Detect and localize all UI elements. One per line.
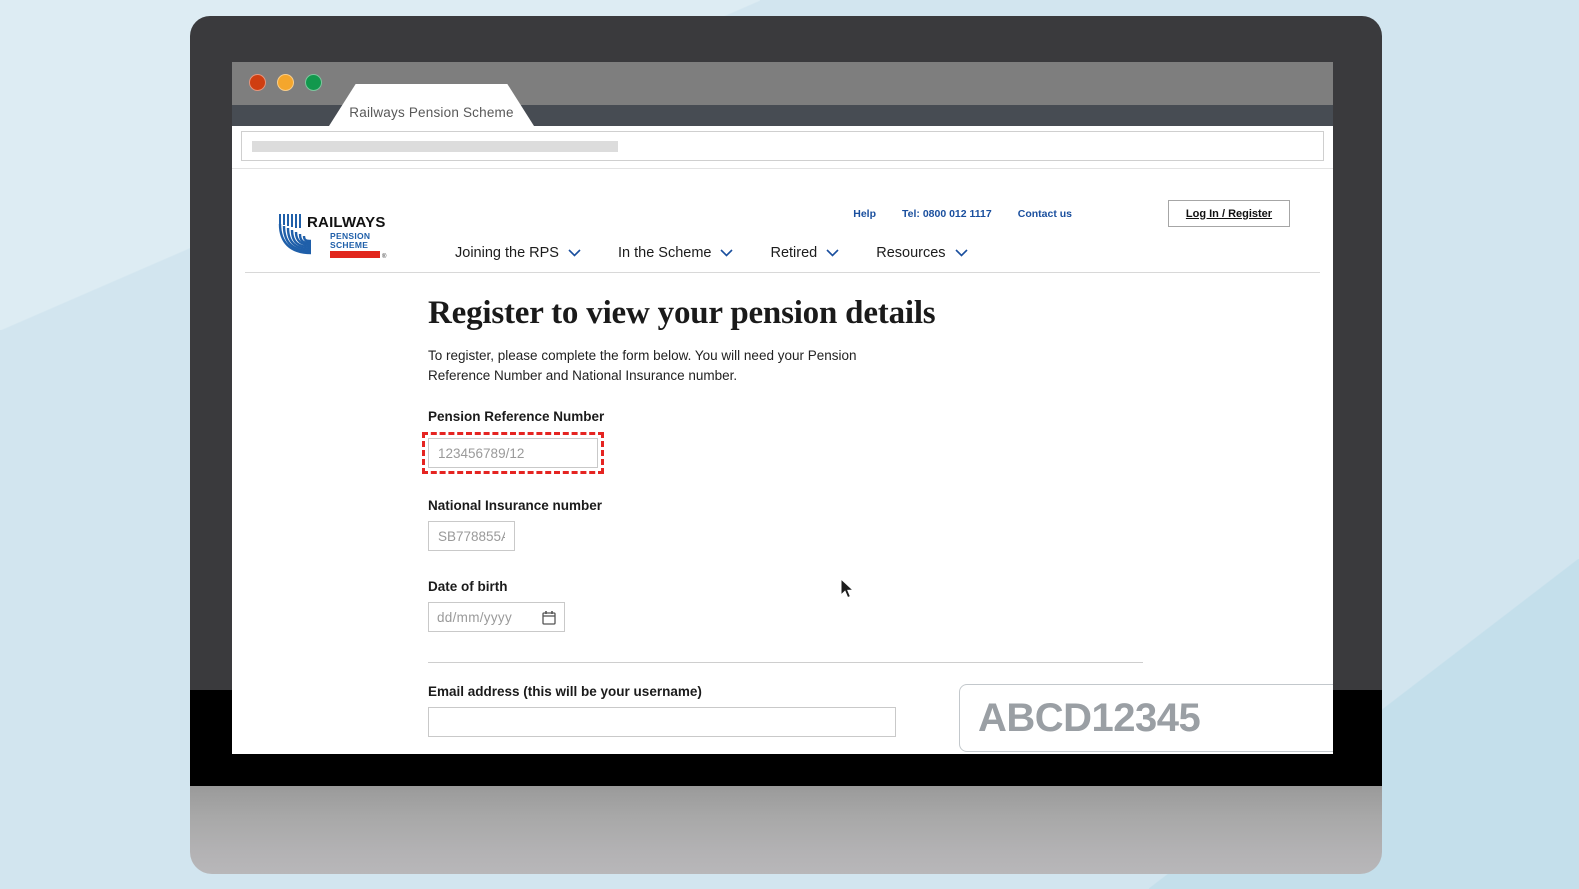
address-bar[interactable] bbox=[241, 131, 1324, 161]
browser-tab-title: Railways Pension Scheme bbox=[349, 104, 514, 120]
help-link[interactable]: Help bbox=[853, 208, 876, 220]
browser-tab[interactable]: Railways Pension Scheme bbox=[329, 84, 534, 126]
page-title: Register to view your pension details bbox=[428, 295, 936, 331]
maximize-window-button[interactable] bbox=[305, 74, 322, 91]
utility-links: Help Tel: 0800 012 1117 Contact us Log I… bbox=[853, 200, 1290, 227]
nav-item-in-the-scheme[interactable]: In the Scheme bbox=[618, 245, 734, 261]
pension-reference-field-group: Pension Reference Number bbox=[422, 409, 1333, 475]
nav-item-resources[interactable]: Resources bbox=[876, 245, 968, 261]
nav-item-joining-the-rps[interactable]: Joining the RPS bbox=[455, 245, 581, 261]
address-bar-placeholder-bar bbox=[252, 140, 618, 152]
national-insurance-field-group: National Insurance number bbox=[428, 498, 1333, 552]
svg-text:®: ® bbox=[382, 253, 387, 260]
pension-reference-example-text: ABCD12345 bbox=[978, 695, 1201, 740]
chevron-down-icon bbox=[826, 249, 839, 257]
nav-label: Resources bbox=[876, 245, 946, 261]
svg-text:SCHEME: SCHEME bbox=[330, 240, 368, 250]
chevron-down-icon bbox=[720, 249, 734, 257]
browser-window: Railways Pension Scheme RAILWAYS PENSION… bbox=[232, 62, 1333, 754]
nav-label: Retired bbox=[770, 245, 818, 261]
email-input[interactable] bbox=[428, 707, 896, 738]
svg-text:RAILWAYS: RAILWAYS bbox=[307, 214, 386, 231]
log-in-register-label: Log In / Register bbox=[1185, 207, 1273, 220]
nav-label: In the Scheme bbox=[617, 245, 712, 261]
calendar-icon[interactable] bbox=[542, 610, 556, 625]
window-controls bbox=[249, 74, 322, 91]
log-in-register-button[interactable]: Log In / Register bbox=[1168, 200, 1290, 227]
date-of-birth-label: Date of birth bbox=[428, 579, 508, 595]
pension-reference-label: Pension Reference Number bbox=[428, 409, 605, 425]
page-intro-text: To register, please complete the form be… bbox=[428, 348, 857, 383]
close-window-button[interactable] bbox=[249, 74, 266, 91]
browser-toolbar bbox=[232, 126, 1333, 168]
laptop-base bbox=[190, 786, 1382, 874]
form-section-divider bbox=[428, 662, 1143, 664]
pension-reference-highlight-box bbox=[422, 432, 604, 475]
chevron-down-icon bbox=[954, 249, 968, 257]
contact-us-link[interactable]: Contact us bbox=[1018, 208, 1072, 220]
date-of-birth-field-group: Date of birth dd/mm/yyyy bbox=[428, 579, 1333, 633]
minimize-window-button[interactable] bbox=[277, 74, 294, 91]
railways-pension-scheme-logo[interactable]: RAILWAYS PENSION SCHEME ® bbox=[278, 212, 395, 260]
site-header: RAILWAYS PENSION SCHEME ® Help Tel: 0800… bbox=[245, 169, 1320, 273]
national-insurance-input[interactable] bbox=[428, 521, 515, 552]
pension-reference-example-callout: ABCD12345 bbox=[959, 684, 1333, 752]
national-insurance-label: National Insurance number bbox=[428, 498, 603, 514]
pension-reference-input[interactable] bbox=[428, 438, 598, 469]
telephone-link[interactable]: Tel: 0800 012 1117 bbox=[902, 208, 992, 220]
web-page-viewport: RAILWAYS PENSION SCHEME ® Help Tel: 0800… bbox=[232, 168, 1333, 754]
main-content: Register to view your pension details To… bbox=[232, 273, 1333, 752]
browser-tab-strip: Railways Pension Scheme bbox=[232, 84, 1333, 126]
main-navigation: Joining the RPS In the Scheme Retired Re… bbox=[455, 245, 968, 261]
chevron-down-icon bbox=[568, 249, 581, 257]
nav-item-retired[interactable]: Retired bbox=[770, 245, 839, 261]
nav-label: Joining the RPS bbox=[455, 245, 559, 261]
date-of-birth-placeholder: dd/mm/yyyy bbox=[437, 609, 513, 625]
date-of-birth-input[interactable]: dd/mm/yyyy bbox=[428, 602, 565, 633]
